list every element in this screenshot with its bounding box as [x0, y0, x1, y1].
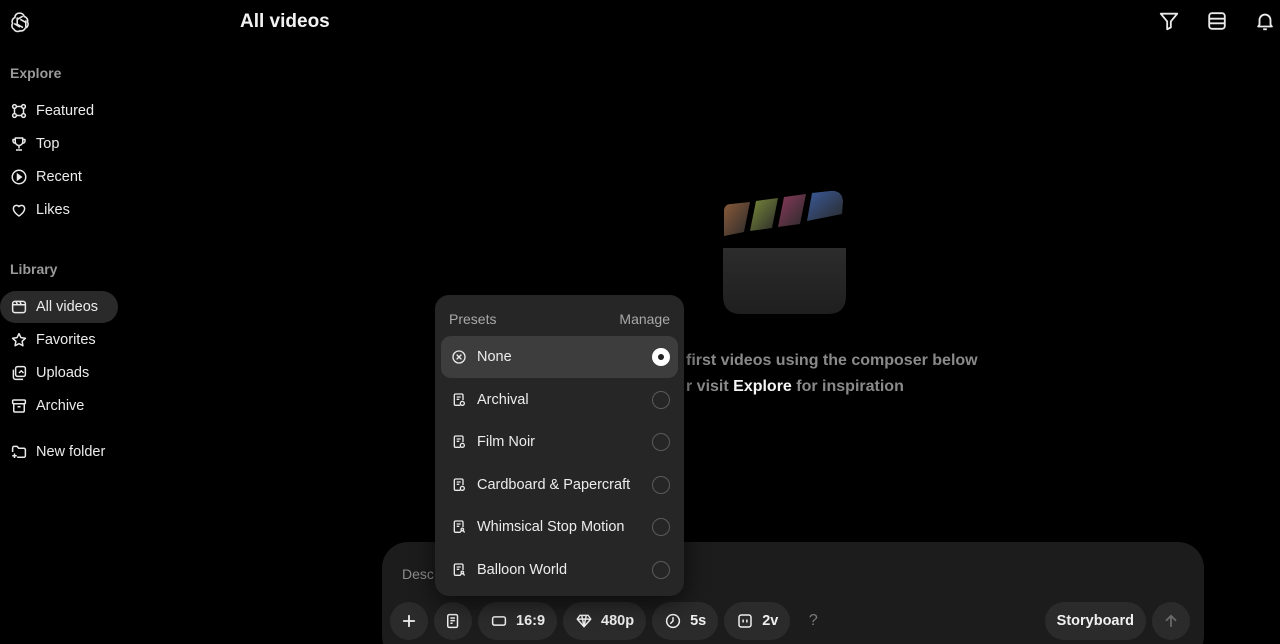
sidebar-item-all-videos[interactable]: All videos: [0, 291, 118, 323]
preset-doc-icon: [453, 435, 465, 448]
bell-icon[interactable]: [1254, 10, 1276, 32]
sidebar-item-featured[interactable]: Featured: [0, 95, 118, 127]
empty-state-subtext: r visit Explore for inspiration: [686, 378, 904, 396]
play-circle-icon: [11, 169, 27, 185]
duration-button[interactable]: 5s: [652, 602, 719, 640]
preset-label: Cardboard & Papercraft: [477, 476, 631, 493]
presets-button[interactable]: [434, 602, 472, 640]
preset-label: None: [477, 349, 512, 365]
resolution-value: 480p: [601, 613, 635, 629]
add-button[interactable]: [390, 602, 428, 640]
preset-doc-icon: [453, 477, 465, 491]
featured-icon: [11, 103, 27, 119]
preset-radio-selected[interactable]: [652, 348, 670, 366]
page-title: All videos: [240, 11, 330, 32]
preset-radio[interactable]: [652, 560, 670, 579]
prompt-input[interactable]: Desc: [402, 566, 434, 582]
variations-button[interactable]: 2v: [724, 602, 791, 640]
presets-popover: Presets Manage None Archival Film Noir C…: [435, 295, 684, 596]
video-library-icon: [11, 300, 27, 314]
preset-radio[interactable]: [652, 433, 670, 451]
diamond-icon: [576, 614, 592, 628]
top-toolbar: [1158, 10, 1276, 32]
sidebar-item-label: Top: [36, 136, 60, 152]
sidebar-item-label: Uploads: [36, 365, 90, 381]
empty-state-text: first videos using the composer below: [686, 352, 978, 369]
preset-doc-icon: [453, 392, 465, 406]
sidebar-item-label: Recent: [36, 169, 82, 185]
preset-radio[interactable]: [652, 475, 670, 494]
help-button[interactable]: ?: [796, 604, 830, 638]
resolution-button[interactable]: 480p: [563, 602, 647, 640]
composer-toolbar: 16:9 480p 5s 2v ?: [390, 602, 830, 640]
preset-radio[interactable]: [652, 390, 670, 409]
storyboard-button[interactable]: Storyboard: [1044, 602, 1146, 640]
variations-icon: [738, 614, 752, 628]
uploads-icon: [12, 365, 27, 381]
preset-list: None Archival Film Noir Cardboard & Pape…: [441, 336, 678, 591]
duration-value: 5s: [690, 613, 707, 629]
layout-icon[interactable]: [1206, 10, 1228, 32]
clapperboard-icon: [716, 186, 852, 320]
sidebar-item-label: All videos: [36, 299, 99, 315]
sidebar-item-likes[interactable]: Likes: [0, 194, 118, 226]
empty-state-suffix: for inspiration: [796, 378, 904, 395]
manage-presets-button[interactable]: Manage: [619, 311, 670, 335]
plus-icon: [402, 614, 416, 628]
preset-item-film-noir[interactable]: Film Noir: [441, 421, 678, 463]
presets-header: Presets Manage: [435, 295, 684, 335]
preset-item-cardboard-papercraft[interactable]: Cardboard & Papercraft: [441, 464, 678, 506]
new-folder-label: New folder: [36, 444, 106, 460]
folder-plus-icon: [11, 445, 27, 458]
heart-icon: [12, 204, 26, 217]
arrow-up-icon: [1165, 614, 1177, 628]
preset-item-none[interactable]: None: [441, 336, 678, 378]
sidebar-item-recent[interactable]: Recent: [0, 161, 118, 193]
sidebar-item-label: Likes: [36, 202, 70, 218]
empty-state-prefix: r visit: [686, 378, 729, 395]
preset-user-doc-icon: [453, 562, 465, 576]
sidebar-item-label: Archive: [36, 398, 85, 414]
sidebar-item-top[interactable]: Top: [0, 128, 118, 160]
preset-user-doc-icon: [453, 520, 465, 533]
sidebar-item-favorites[interactable]: Favorites: [0, 324, 118, 356]
sidebar-item-archive[interactable]: Archive: [0, 390, 118, 422]
presets-title: Presets: [449, 311, 497, 327]
variations-value: 2v: [762, 613, 779, 629]
preset-label: Archival: [477, 391, 529, 408]
aspect-ratio-icon: [491, 616, 507, 626]
archive-icon: [11, 399, 27, 413]
preset-label: Film Noir: [477, 434, 535, 450]
submit-button[interactable]: [1152, 602, 1190, 640]
aspect-ratio-value: 16:9: [516, 613, 546, 629]
openai-logo-icon[interactable]: [8, 10, 32, 34]
preset-icon: [447, 613, 459, 629]
new-folder-button[interactable]: New folder: [0, 436, 118, 468]
sidebar-item-uploads[interactable]: Uploads: [0, 357, 118, 389]
library-section-label: Library: [10, 261, 58, 277]
preset-item-balloon-world[interactable]: Balloon World: [441, 549, 678, 591]
trophy-icon: [12, 137, 26, 151]
sidebar: Explore Featured Top Recent Likes Librar…: [0, 60, 130, 469]
sidebar-item-label: Featured: [36, 103, 95, 119]
filter-icon[interactable]: [1158, 10, 1180, 32]
sidebar-item-label: Favorites: [36, 332, 96, 348]
preset-item-archival[interactable]: Archival: [441, 379, 678, 421]
aspect-ratio-button[interactable]: 16:9: [478, 602, 558, 640]
explore-section-label: Explore: [10, 65, 62, 81]
x-circle-icon: [452, 350, 466, 364]
clock-icon: [665, 613, 681, 629]
star-icon: [11, 332, 27, 347]
composer-actions: Storyboard: [1044, 602, 1190, 640]
preset-label: Balloon World: [477, 561, 568, 578]
preset-radio[interactable]: [652, 518, 670, 536]
preset-label: Whimsical Stop Motion: [477, 519, 625, 535]
preset-item-whimsical-stop-motion[interactable]: Whimsical Stop Motion: [441, 506, 678, 548]
explore-link[interactable]: Explore: [733, 378, 792, 395]
